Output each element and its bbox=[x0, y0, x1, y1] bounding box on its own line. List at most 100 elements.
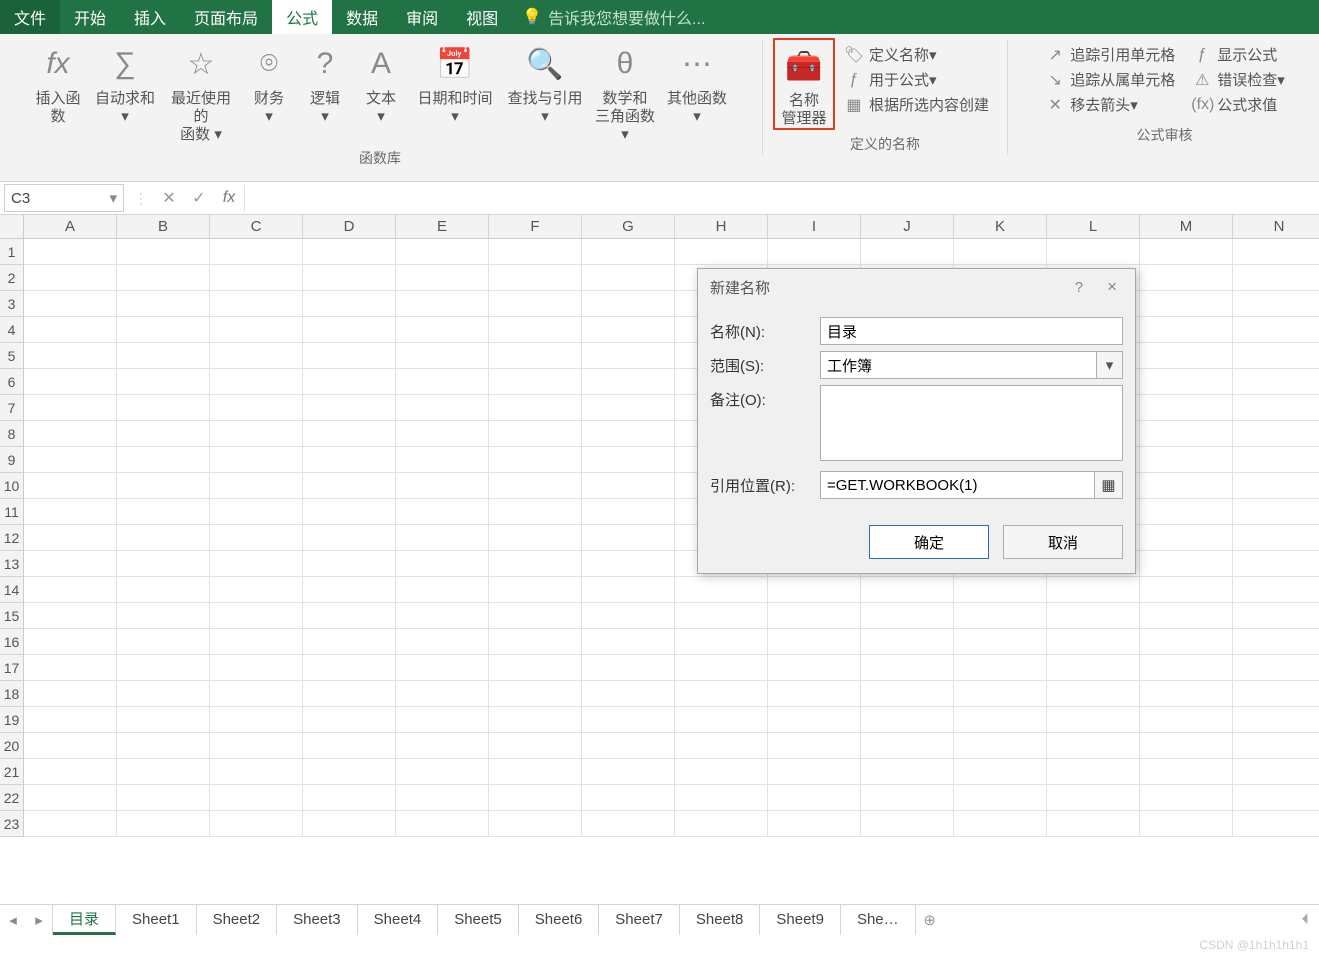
cell[interactable] bbox=[1047, 759, 1140, 785]
cell[interactable] bbox=[489, 707, 582, 733]
cell[interactable] bbox=[954, 239, 1047, 265]
cell[interactable] bbox=[210, 551, 303, 577]
cell[interactable] bbox=[117, 525, 210, 551]
cell[interactable] bbox=[396, 707, 489, 733]
cell[interactable] bbox=[582, 421, 675, 447]
tab-insert[interactable]: 插入 bbox=[120, 0, 180, 34]
cell[interactable] bbox=[1233, 499, 1319, 525]
cell[interactable] bbox=[489, 239, 582, 265]
cell[interactable] bbox=[1233, 733, 1319, 759]
autosum-button[interactable]: ∑ 自动求和▾ bbox=[89, 38, 161, 126]
cell[interactable] bbox=[1140, 499, 1233, 525]
cell[interactable] bbox=[861, 733, 954, 759]
cell[interactable] bbox=[1140, 759, 1233, 785]
cell[interactable] bbox=[117, 811, 210, 837]
cell[interactable] bbox=[489, 421, 582, 447]
cell[interactable] bbox=[303, 577, 396, 603]
trace-dependents-button[interactable]: ↘追踪从属单元格 bbox=[1036, 67, 1183, 92]
tab-file[interactable]: 文件 bbox=[0, 0, 60, 34]
cell[interactable] bbox=[768, 655, 861, 681]
cell[interactable] bbox=[303, 551, 396, 577]
cell[interactable] bbox=[954, 785, 1047, 811]
cell[interactable] bbox=[582, 395, 675, 421]
row-header-21[interactable]: 21 bbox=[0, 759, 24, 785]
cell[interactable] bbox=[210, 395, 303, 421]
cell[interactable] bbox=[489, 733, 582, 759]
cell[interactable] bbox=[861, 681, 954, 707]
column-header-I[interactable]: I bbox=[768, 215, 861, 239]
tell-me-search[interactable]: 💡 告诉我您想要做什么... bbox=[512, 0, 705, 34]
add-sheet-button[interactable]: ⊕ bbox=[916, 911, 944, 929]
row-header-7[interactable]: 7 bbox=[0, 395, 24, 421]
cell[interactable] bbox=[117, 343, 210, 369]
cell[interactable] bbox=[582, 447, 675, 473]
cell[interactable] bbox=[675, 577, 768, 603]
cell[interactable] bbox=[210, 265, 303, 291]
cell[interactable] bbox=[489, 681, 582, 707]
cell[interactable] bbox=[396, 343, 489, 369]
scope-select[interactable] bbox=[820, 351, 1097, 379]
cell[interactable] bbox=[210, 499, 303, 525]
cell[interactable] bbox=[24, 499, 117, 525]
cell[interactable] bbox=[1233, 681, 1319, 707]
cell[interactable] bbox=[117, 551, 210, 577]
cell[interactable] bbox=[1047, 577, 1140, 603]
cell[interactable] bbox=[24, 577, 117, 603]
cell[interactable] bbox=[1233, 577, 1319, 603]
more-functions-button[interactable]: ⋯ 其他函数▾ bbox=[661, 38, 733, 126]
cell[interactable] bbox=[489, 291, 582, 317]
cell[interactable] bbox=[1233, 655, 1319, 681]
cell[interactable] bbox=[768, 239, 861, 265]
column-header-N[interactable]: N bbox=[1233, 215, 1319, 239]
cell[interactable] bbox=[1047, 707, 1140, 733]
cell[interactable] bbox=[303, 499, 396, 525]
cell[interactable] bbox=[582, 551, 675, 577]
cell[interactable] bbox=[396, 239, 489, 265]
cell[interactable] bbox=[582, 343, 675, 369]
cell[interactable] bbox=[675, 733, 768, 759]
cell[interactable] bbox=[954, 629, 1047, 655]
cell[interactable] bbox=[24, 473, 117, 499]
cell[interactable] bbox=[117, 759, 210, 785]
cell[interactable] bbox=[1140, 811, 1233, 837]
cell[interactable] bbox=[582, 369, 675, 395]
cell[interactable] bbox=[117, 265, 210, 291]
cell[interactable] bbox=[24, 681, 117, 707]
cell[interactable] bbox=[768, 733, 861, 759]
comment-textarea[interactable] bbox=[820, 385, 1123, 461]
cell[interactable] bbox=[1140, 577, 1233, 603]
tab-data[interactable]: 数据 bbox=[332, 0, 392, 34]
cell[interactable] bbox=[303, 629, 396, 655]
cell[interactable] bbox=[489, 369, 582, 395]
cell[interactable] bbox=[1233, 343, 1319, 369]
row-header-13[interactable]: 13 bbox=[0, 551, 24, 577]
sheet-tab-Sheet5[interactable]: Sheet5 bbox=[438, 905, 519, 935]
cell[interactable] bbox=[489, 759, 582, 785]
cell[interactable] bbox=[396, 291, 489, 317]
cell[interactable] bbox=[303, 603, 396, 629]
cell[interactable] bbox=[954, 707, 1047, 733]
row-header-14[interactable]: 14 bbox=[0, 577, 24, 603]
cell[interactable] bbox=[768, 681, 861, 707]
cell[interactable] bbox=[1233, 369, 1319, 395]
cell[interactable] bbox=[489, 655, 582, 681]
row-header-2[interactable]: 2 bbox=[0, 265, 24, 291]
cell[interactable] bbox=[1047, 603, 1140, 629]
sheet-tab-Sheet6[interactable]: Sheet6 bbox=[519, 905, 600, 935]
dialog-help-button[interactable]: ? bbox=[1057, 279, 1101, 296]
cell[interactable] bbox=[24, 733, 117, 759]
column-header-J[interactable]: J bbox=[861, 215, 954, 239]
cell[interactable] bbox=[24, 655, 117, 681]
chevron-down-icon[interactable]: ▾ bbox=[103, 189, 123, 207]
sheet-tab-Sheet4[interactable]: Sheet4 bbox=[358, 905, 439, 935]
row-header-16[interactable]: 16 bbox=[0, 629, 24, 655]
lookup-button[interactable]: 🔍 查找与引用▾ bbox=[501, 38, 589, 126]
cell[interactable] bbox=[117, 785, 210, 811]
cell[interactable] bbox=[24, 811, 117, 837]
cell[interactable] bbox=[210, 291, 303, 317]
cell[interactable] bbox=[489, 525, 582, 551]
cell[interactable] bbox=[582, 291, 675, 317]
cell[interactable] bbox=[861, 785, 954, 811]
row-header-17[interactable]: 17 bbox=[0, 655, 24, 681]
cell[interactable] bbox=[489, 629, 582, 655]
